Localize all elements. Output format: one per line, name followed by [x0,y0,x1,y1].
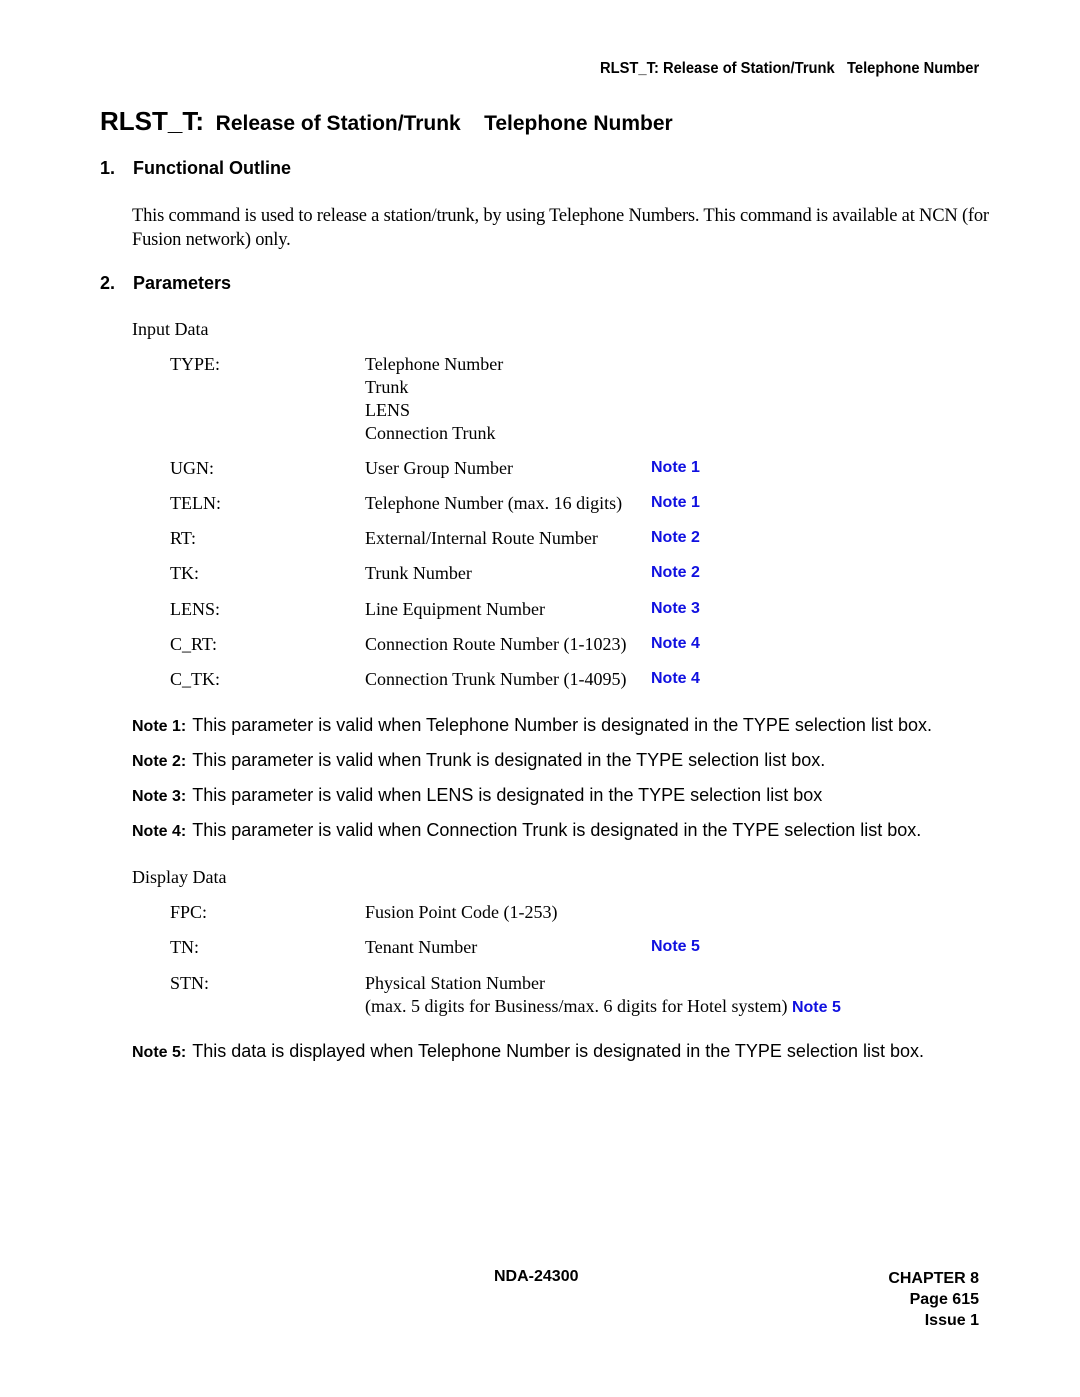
note-label: Note 4: [132,823,187,840]
section-number: 2. [100,273,116,293]
param-name: TN: [170,937,199,957]
section-title: Parameters [133,273,232,293]
param-name: TYPE: [170,354,221,374]
display-data-heading: Display Data [132,867,227,887]
page-title: RLST_T: Release of Station/Trunk Telepho… [100,106,673,137]
page-number: Page 615 [909,1291,979,1308]
param-row: TN: Tenant Number Note 5 [0,937,1080,961]
note-5: Note 5: This data is displayed when Telep… [132,1041,924,1062]
param-name: C_TK: [170,669,221,689]
section-number: 1. [100,158,116,178]
note-reference[interactable]: Note 4 [651,670,700,688]
param-row: STN: Physical Station Number [0,973,1080,997]
param-description: Trunk Number [365,563,472,583]
type-option: LENS [365,400,410,420]
param-name: UGN: [170,458,214,478]
note-reference[interactable]: Note 4 [651,635,700,653]
note-reference[interactable]: Note 2 [651,529,700,547]
param-name: C_RT: [170,634,218,654]
issue-label: Issue 1 [924,1312,979,1329]
param-name: TELN: [170,493,221,513]
page-info: CHAPTER 8 Page 615 Issue 1 [888,1268,979,1331]
command-name: RLST_T: [100,106,204,136]
note-reference[interactable]: Note 5 [792,999,841,1016]
param-description: External/Internal Route Number [365,528,598,548]
param-description: Connection Route Number (1-1023) [365,634,627,654]
input-data-heading: Input Data [132,319,209,339]
running-header: RLST_T: Release of Station/Trunk Telepho… [599,60,979,77]
section-heading-functional-outline: 1. Functional Outline [100,158,291,179]
param-description-detail: (max. 5 digits for Business/max. 6 digit… [365,996,841,1017]
param-name: STN: [170,973,210,993]
note-reference[interactable]: Note 1 [651,459,700,477]
note-text: This parameter is valid when LENS is des… [192,785,823,805]
functional-outline-text: This command is used to release a statio… [132,206,989,250]
note-label: Note 3: [132,788,187,805]
note-4: Note 4: This parameter is valid when Conn… [132,820,921,841]
param-row: TK: Trunk Number Note 2 [0,563,1080,587]
param-name: FPC: [170,902,208,922]
param-row-continuation: (max. 5 digits for Business/max. 6 digit… [0,996,1080,1020]
param-row: LENS: Line Equipment Number Note 3 [0,599,1080,623]
param-row: TELN: Telephone Number (max. 16 digits) … [0,493,1080,517]
note-text: This parameter is valid when Telephone N… [192,715,932,735]
param-row: C_TK: Connection Trunk Number (1-4095) N… [0,669,1080,693]
param-description: Tenant Number [365,937,478,957]
param-row: RT: External/Internal Route Number Note … [0,528,1080,552]
document-number: NDA-24300 [494,1268,579,1285]
type-option: Trunk [365,377,409,397]
note-1: Note 1: This parameter is valid when Tele… [132,715,932,736]
note-reference[interactable]: Note 2 [651,564,700,582]
note-text: This data is displayed when Telephone Nu… [192,1041,924,1061]
param-description: Line Equipment Number [365,599,545,619]
param-description: Physical Station Number [365,973,545,993]
note-3: Note 3: This parameter is valid when LENS… [132,785,822,806]
note-label: Note 1: [132,718,187,735]
note-label: Note 2: [132,753,187,770]
param-name: TK: [170,563,199,583]
section-heading-parameters: 2. Parameters [100,273,231,294]
param-description: Connection Trunk Number (1-4095) [365,669,627,689]
note-reference[interactable]: Note 3 [651,600,700,618]
note-reference[interactable]: Note 1 [651,494,700,512]
section-title: Functional Outline [133,158,291,178]
param-description: Telephone Number (max. 16 digits) [365,493,623,513]
command-description: Release of Station/Trunk Telephone Numbe… [215,112,673,135]
param-name: RT: [170,528,197,548]
param-row: C_RT: Connection Route Number (1-1023) N… [0,634,1080,658]
note-text: This parameter is valid when Trunk is de… [192,750,826,770]
type-option: Telephone Number [365,354,504,374]
note-2: Note 2: This parameter is valid when Trun… [132,750,825,771]
param-row: FPC: Fusion Point Code (1-253) [0,902,1080,926]
chapter-label: CHAPTER 8 [888,1270,979,1287]
param-row: UGN: User Group Number Note 1 [0,458,1080,482]
param-name: LENS: [170,599,221,619]
note-reference[interactable]: Note 5 [651,938,700,956]
param-description: User Group Number [365,458,513,478]
note-label: Note 5: [132,1044,187,1061]
param-description: Fusion Point Code (1-253) [365,902,558,922]
note-text: This parameter is valid when Connection … [192,820,922,840]
type-option: Connection Trunk [365,423,496,443]
param-detail-text: (max. 5 digits for Business/max. 6 digit… [365,996,788,1016]
